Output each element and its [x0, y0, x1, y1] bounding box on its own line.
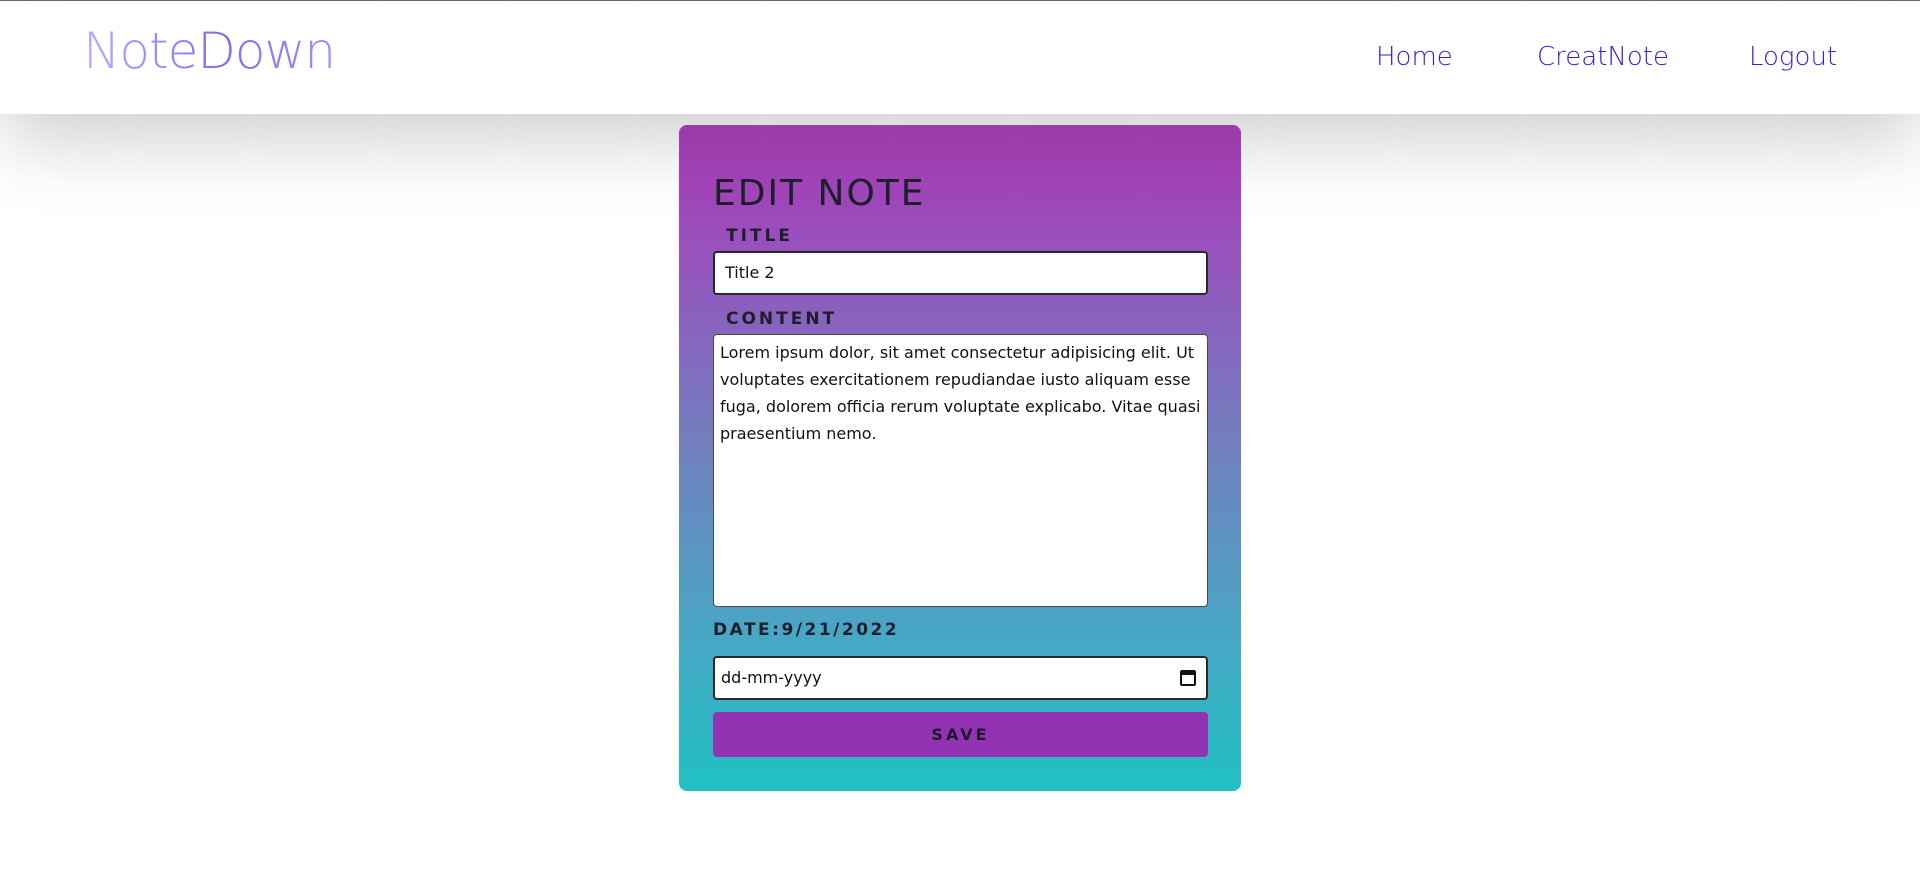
page-title: EDIT NOTE — [713, 173, 926, 214]
nav-link-create-note[interactable]: CreatNote — [1537, 39, 1669, 75]
nav-link-home[interactable]: Home — [1376, 39, 1453, 75]
content-textarea[interactable]: Lorem ipsum dolor, sit amet consectetur … — [713, 334, 1208, 607]
nav-link-logout[interactable]: Logout — [1749, 39, 1837, 75]
date-input[interactable]: dd-mm-yyyy — [713, 656, 1208, 700]
title-label: TITLE — [726, 226, 793, 246]
date-placeholder: dd-mm-yyyy — [721, 668, 822, 687]
edit-note-card: EDIT NOTE TITLE Title 2 CONTENT Lorem ip… — [679, 125, 1241, 791]
navbar: NoteDown Home CreatNote Logout — [0, 1, 1920, 114]
save-button[interactable]: SAVE — [713, 712, 1208, 757]
date-display: DATE:9/21/2022 — [713, 620, 900, 640]
calendar-icon[interactable] — [1180, 670, 1196, 686]
app-logo[interactable]: NoteDown — [83, 17, 336, 85]
title-input[interactable]: Title 2 — [713, 251, 1208, 295]
content-label: CONTENT — [726, 309, 838, 329]
